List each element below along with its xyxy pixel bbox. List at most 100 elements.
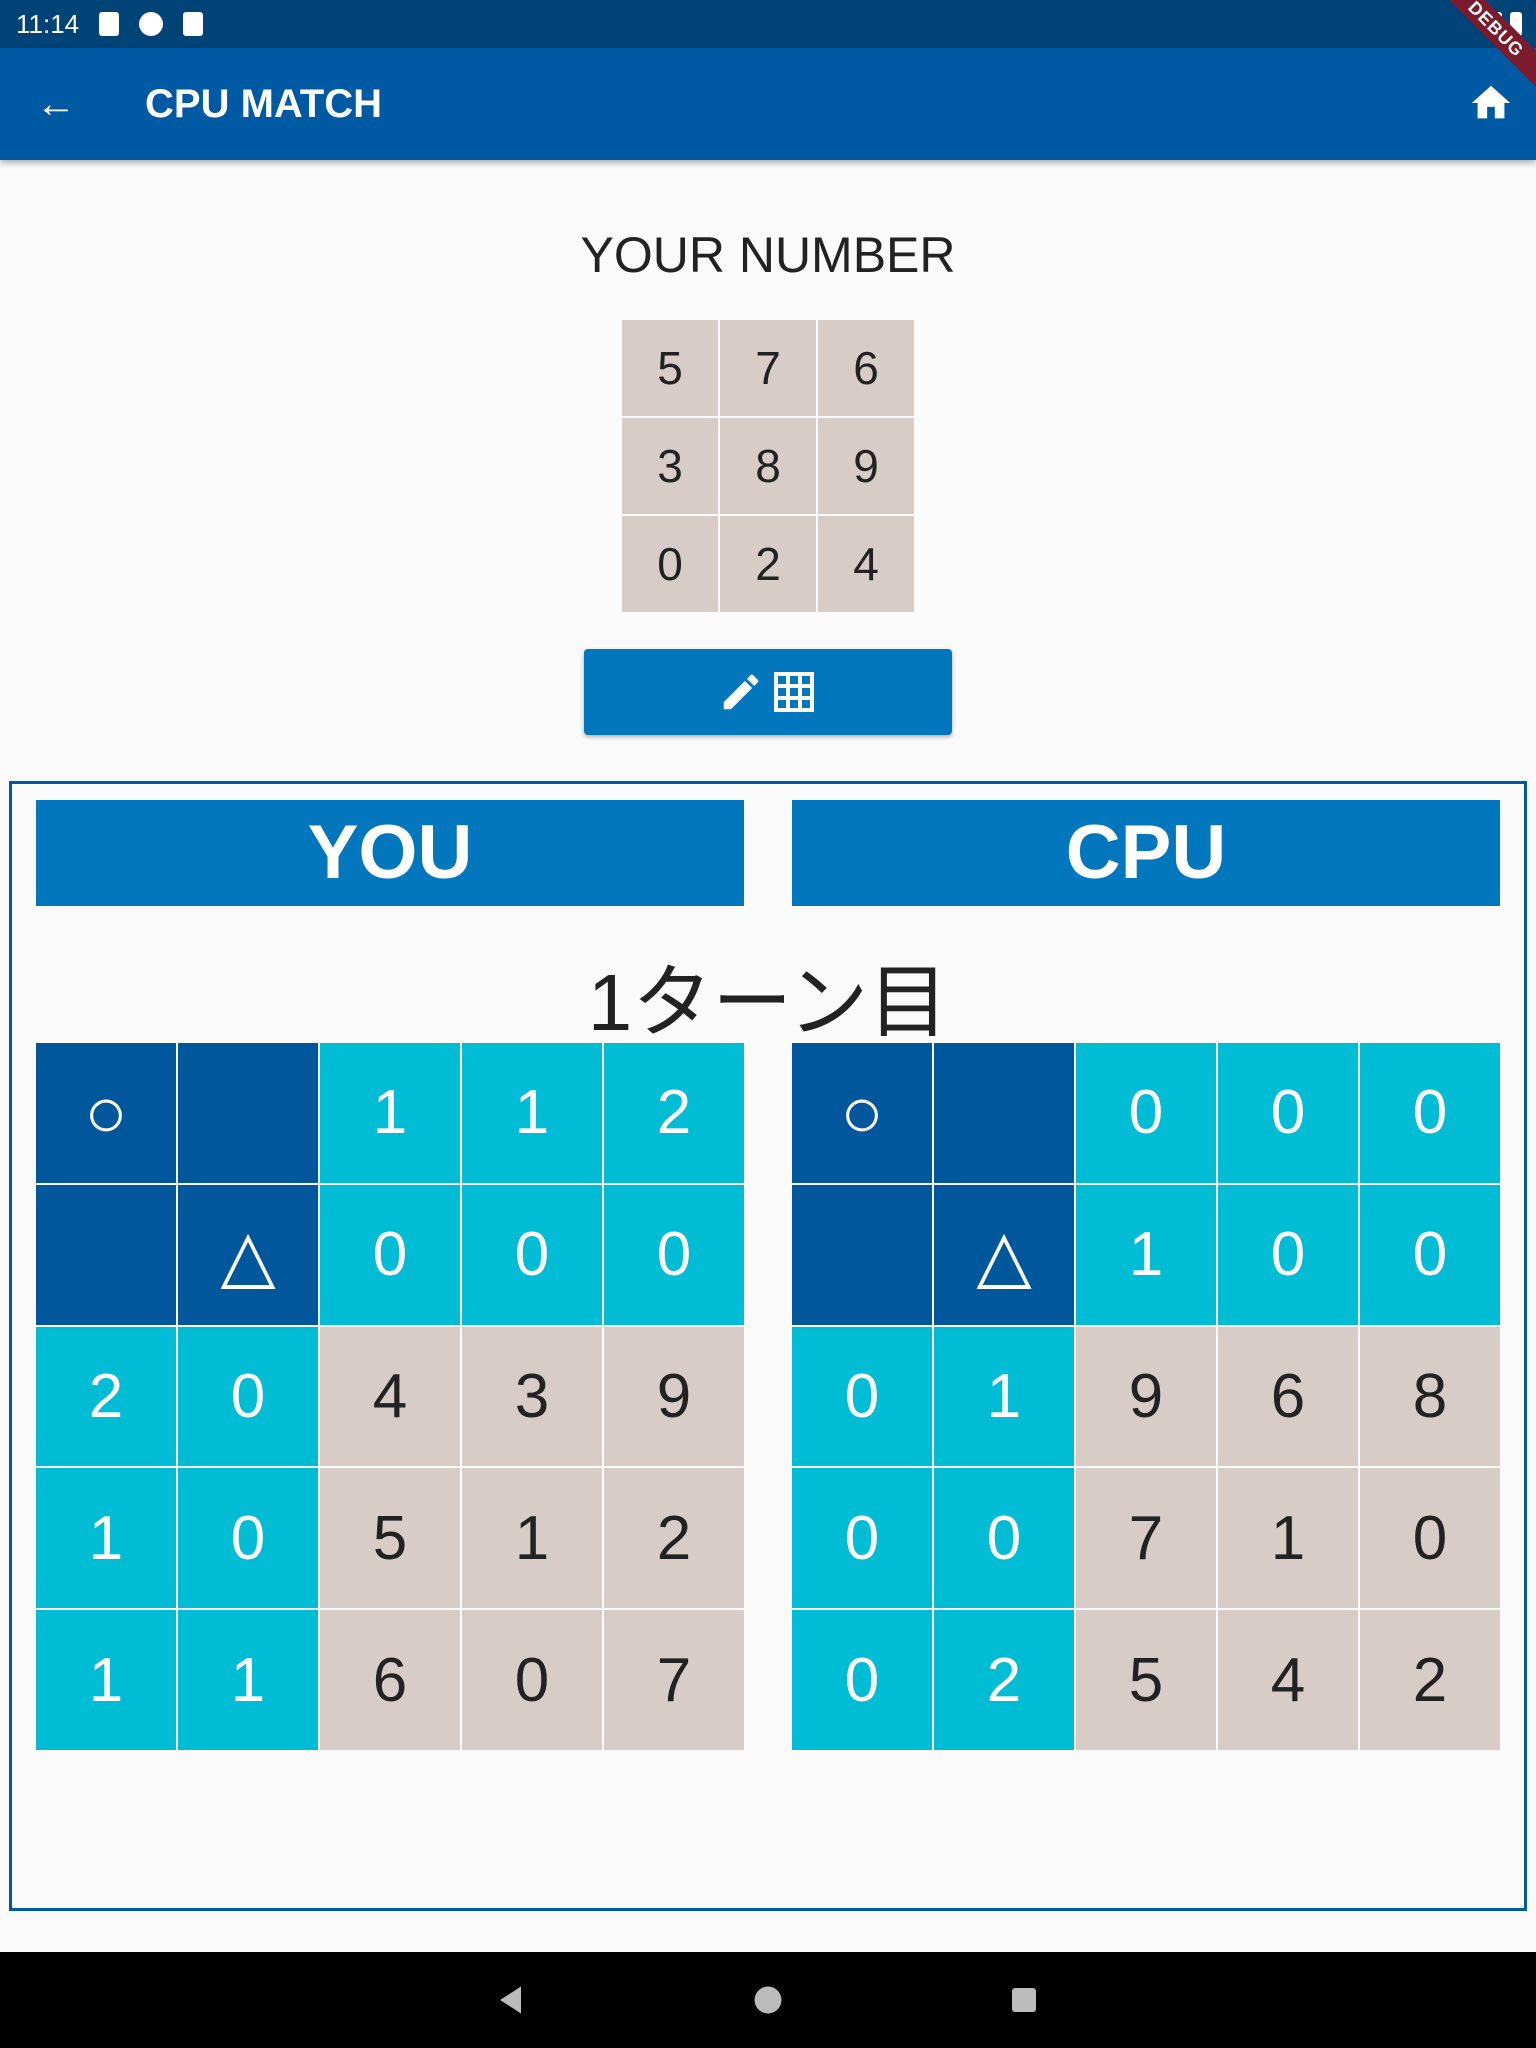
hint-cell: 0	[178, 1468, 318, 1609]
cell-value: 7	[656, 1645, 692, 1715]
cell-value: 9	[656, 1361, 692, 1431]
hint-cell: 1	[1076, 1184, 1216, 1325]
cell-value: 9	[1128, 1361, 1164, 1431]
result-cell	[178, 1043, 318, 1183]
cell-value: 5	[1128, 1645, 1164, 1715]
cell-value: △	[976, 1215, 1032, 1296]
guess-cell: 3	[462, 1326, 602, 1467]
hint-cell: 2	[36, 1326, 176, 1467]
result-cell	[934, 1043, 1074, 1183]
cell-value: 0	[230, 1361, 266, 1431]
guess-cell: 6	[320, 1610, 460, 1750]
result-cell: △	[934, 1184, 1074, 1325]
cell-value: 1	[1270, 1503, 1306, 1573]
guess-cell: 2	[1360, 1610, 1500, 1750]
guess-cell: 0	[1360, 1468, 1500, 1609]
app-bar: ← CPU MATCH	[0, 48, 1536, 160]
cell-value: 2	[88, 1361, 124, 1431]
guess-cell: 5	[320, 1468, 460, 1609]
number-cell: 5	[622, 320, 718, 416]
cell-value: 8	[1412, 1361, 1448, 1431]
hint-cell: 0	[1076, 1043, 1216, 1183]
guess-cell: 4	[320, 1326, 460, 1467]
cell-value: 0	[514, 1220, 550, 1290]
hint-cell: 0	[604, 1184, 744, 1325]
number-cell: 0	[622, 516, 718, 612]
hint-cell: 1	[462, 1043, 602, 1183]
cell-value: 1	[514, 1503, 550, 1573]
guess-cell: 0	[462, 1610, 602, 1750]
number-cell: 8	[720, 418, 816, 514]
arrow-back-icon[interactable]: ←	[36, 82, 80, 126]
cell-value: 0	[1412, 1078, 1448, 1148]
hint-cell: 0	[320, 1184, 460, 1325]
cell-value: 1	[372, 1078, 408, 1148]
number-cell: 9	[818, 418, 914, 514]
cell-value: 1	[88, 1645, 124, 1715]
number-cell: 4	[818, 516, 914, 612]
guess-cell: 1	[462, 1468, 602, 1609]
you-header: YOU	[36, 800, 744, 906]
hint-cell: 0	[1218, 1184, 1358, 1325]
cell-value: 1	[88, 1503, 124, 1573]
cell-value: 0	[1128, 1078, 1164, 1148]
back-nav-icon[interactable]	[494, 1982, 530, 2018]
navigation-bar	[0, 1952, 1536, 2048]
status-time: 11:14	[16, 8, 80, 39]
recents-nav-icon[interactable]	[1006, 1982, 1042, 2018]
cell-value: 6	[372, 1645, 408, 1715]
number-cell: 2	[720, 516, 816, 612]
hint-cell: 0	[792, 1468, 932, 1609]
you-grid: ○ 1 1 2 △ 0 0 0 2 0 4 3 9 1 0 5 1 2 1 1 6 0 7	[36, 1043, 744, 1750]
cell-value: 0	[514, 1645, 550, 1715]
cell-value: 0	[1270, 1220, 1306, 1290]
result-cell: △	[178, 1184, 318, 1325]
result-cell: ○	[792, 1043, 932, 1183]
cell-value: 4	[1270, 1645, 1306, 1715]
hint-cell: 0	[792, 1326, 932, 1467]
guess-cell: 7	[1076, 1468, 1216, 1609]
guess-cell: 2	[604, 1468, 744, 1609]
cell-value: 0	[844, 1361, 880, 1431]
sd-card-icon	[183, 12, 204, 36]
cpu-grid: ○ 0 0 0 △ 1 0 0 0 1 9 6 8 0 0 7 1 0 0 2 5 4 2	[792, 1043, 1500, 1750]
cell-value: 2	[1412, 1645, 1448, 1715]
cell-value: 0	[844, 1645, 880, 1715]
cell-value: 1	[986, 1361, 1022, 1431]
cell-value: 7	[1128, 1503, 1164, 1573]
edit-number-button[interactable]	[584, 649, 952, 735]
hint-cell: 0	[1360, 1043, 1500, 1183]
guess-cell: 4	[1218, 1610, 1358, 1750]
guess-cell: 9	[604, 1326, 744, 1467]
result-cell	[36, 1184, 176, 1325]
guess-cell: 6	[1218, 1326, 1358, 1467]
cell-value: ○	[84, 1072, 128, 1153]
number-cell: 3	[622, 418, 718, 514]
number-cell: 6	[818, 320, 914, 416]
hint-cell: 0	[934, 1468, 1074, 1609]
guess-cell: 8	[1360, 1326, 1500, 1467]
cell-value: 0	[372, 1220, 408, 1290]
hint-cell: 2	[934, 1610, 1074, 1750]
cell-value: 0	[656, 1220, 692, 1290]
hint-cell: 1	[36, 1610, 176, 1750]
hint-cell: 1	[178, 1610, 318, 1750]
hint-cell: 1	[320, 1043, 460, 1183]
cell-value: 0	[986, 1503, 1022, 1573]
your-number-label: YOUR NUMBER	[580, 227, 956, 283]
home-nav-icon[interactable]	[750, 1982, 786, 2018]
cell-value: 0	[844, 1503, 880, 1573]
hint-cell: 1	[934, 1326, 1074, 1467]
cell-value: 3	[514, 1361, 550, 1431]
cell-value: ○	[840, 1072, 884, 1153]
home-icon[interactable]	[1468, 80, 1514, 126]
cell-value: 1	[514, 1078, 550, 1148]
cell-value: 0	[1412, 1220, 1448, 1290]
cell-value: 2	[656, 1503, 692, 1573]
cpu-header: CPU	[792, 800, 1500, 906]
hint-cell: 0	[1360, 1184, 1500, 1325]
cell-value: 0	[1270, 1078, 1306, 1148]
hint-cell: 2	[604, 1043, 744, 1183]
cell-value: 1	[1128, 1220, 1164, 1290]
hint-cell: 0	[792, 1610, 932, 1750]
